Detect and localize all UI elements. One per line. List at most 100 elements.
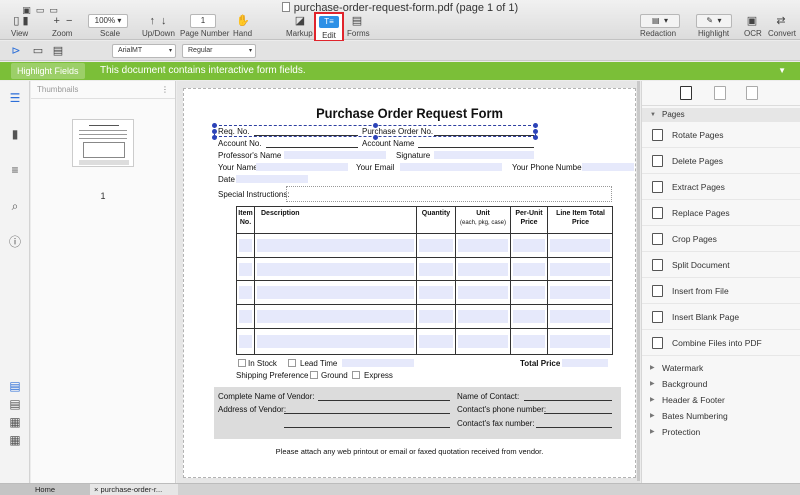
total-price-field[interactable] [562,359,608,367]
tab-document[interactable]: × purchase-order-r... [90,484,178,495]
your-name-field[interactable] [256,163,348,171]
up-down-arrows-icon[interactable]: ↑ ↓ [140,14,176,28]
hand-group[interactable]: ✋ Hand [232,14,254,38]
cell-line-total[interactable] [550,310,610,323]
ground-checkbox[interactable] [310,371,318,379]
cell-item[interactable] [239,239,252,252]
crop-pages-item[interactable]: Crop Pages [642,226,800,252]
date-field[interactable] [236,175,308,183]
bates-numbering-section[interactable]: ▶ Bates Numbering [642,408,800,424]
cell-line-total[interactable] [550,335,610,348]
contact-fax-field[interactable] [536,427,612,428]
thumbnails-icon[interactable]: ☰ [8,91,22,105]
markup-group[interactable]: ◪ Markup [286,14,314,38]
selection-handle[interactable] [212,135,217,140]
cell-description[interactable] [257,335,414,348]
document-tab-icon[interactable] [714,86,726,100]
contact-phone-field[interactable] [544,413,612,414]
zoom-group[interactable]: + − Zoom [46,14,80,38]
your-email-field[interactable] [400,163,502,171]
account-name-field[interactable] [418,147,534,148]
search-icon[interactable]: ⌕ [8,199,22,213]
tab-home[interactable]: Home [0,484,90,495]
cell-per-unit[interactable] [513,263,545,276]
page-tools-tab-icon[interactable] [680,86,692,100]
forms-icon[interactable]: ▤ [351,14,363,28]
cursor-icon[interactable]: ⊳ [10,44,22,58]
account-no-field[interactable] [266,147,358,148]
po-no-field[interactable] [434,135,534,136]
cell-unit[interactable] [458,239,508,252]
insert-blank-page-item[interactable]: Insert Blank Page [642,304,800,330]
cell-unit[interactable] [458,286,508,299]
signature-field[interactable] [434,151,534,159]
split-document-item[interactable]: Split Document [642,252,800,278]
cell-description[interactable] [257,239,414,252]
vendor-address-field-2[interactable] [284,427,450,428]
your-phone-field[interactable] [582,163,634,171]
cell-unit[interactable] [458,335,508,348]
cell-item[interactable] [239,286,252,299]
info-icon[interactable]: ⓘ [8,235,22,249]
cell-item[interactable] [239,263,252,276]
cell-per-unit[interactable] [513,239,545,252]
cell-quantity[interactable] [419,286,453,299]
selection-handle[interactable] [212,129,217,134]
forms-group[interactable]: ▤ Forms [346,14,370,38]
highlight-group[interactable]: ✎ ▾ Highlight [694,14,734,38]
image-icon[interactable]: ▤ [52,44,64,58]
selection-handle[interactable] [212,123,217,128]
cell-unit[interactable] [458,310,508,323]
highlight-fields-button[interactable]: Highlight Fields [11,63,85,79]
single-page-icon[interactable]: ▤ [8,379,22,393]
pages-section-header[interactable]: ▼ Pages [642,108,800,122]
cell-line-total[interactable] [550,286,610,299]
extract-pages-item[interactable]: Extract Pages [642,174,800,200]
page-number-group[interactable]: 1 Page Number [180,14,229,38]
redaction-group[interactable]: ▤ ▾ Redaction [638,14,682,38]
replace-pages-item[interactable]: Replace Pages [642,200,800,226]
zoom-in-out-icon[interactable]: + − [46,14,80,28]
cell-description[interactable] [257,310,414,323]
markup-icon[interactable]: ◪ [294,14,306,28]
delete-pages-item[interactable]: Delete Pages [642,148,800,174]
scale-select[interactable]: 100% ▾ [88,14,128,28]
special-instructions-field[interactable] [286,186,612,202]
cell-quantity[interactable] [419,310,453,323]
vendor-name-field[interactable] [318,400,450,401]
vertical-scrollbar[interactable] [637,81,640,481]
contact-name-field[interactable] [524,400,612,401]
selection-handle[interactable] [533,129,538,134]
convert-group[interactable]: ⇄ Convert [766,14,798,38]
document-canvas[interactable]: Purchase Order Request Form Req. No. Pur… [177,81,640,483]
redaction-icon[interactable]: ▤ ▾ [640,14,680,28]
cell-per-unit[interactable] [513,310,545,323]
req-no-field[interactable] [254,135,358,136]
outline-icon[interactable]: ≡ [8,163,22,177]
text-box-icon[interactable]: ▭ [32,44,44,58]
cell-per-unit[interactable] [513,335,545,348]
more-icon[interactable]: ⋮ [161,81,169,99]
watermark-section[interactable]: ▶ Watermark [642,360,800,376]
cell-line-total[interactable] [550,263,610,276]
ocr-icon[interactable]: ▣ [746,14,758,28]
updown-group[interactable]: ↑ ↓ Up/Down [140,14,176,38]
two-page-continuous-icon[interactable]: ▦ [8,433,22,447]
cell-line-total[interactable] [550,239,610,252]
lead-time-field[interactable] [342,359,414,367]
cell-per-unit[interactable] [513,286,545,299]
ocr-group[interactable]: ▣ OCR [742,14,762,38]
page-thumbnail[interactable] [72,119,134,167]
hand-icon[interactable]: ✋ [236,14,250,28]
header-footer-section[interactable]: ▶ Header & Footer [642,392,800,408]
view-group[interactable]: ▯ ▮ View [6,14,36,38]
vendor-address-field[interactable] [284,413,450,414]
highlight-icon[interactable]: ✎ ▾ [696,14,732,28]
settings-tab-icon[interactable] [746,86,758,100]
selection-handle[interactable] [533,123,538,128]
cell-unit[interactable] [458,263,508,276]
lead-time-checkbox[interactable] [288,359,296,367]
cell-item[interactable] [239,335,252,348]
two-page-icon[interactable]: ▦ [8,415,22,429]
bookmark-icon[interactable]: ▮ [8,127,22,141]
